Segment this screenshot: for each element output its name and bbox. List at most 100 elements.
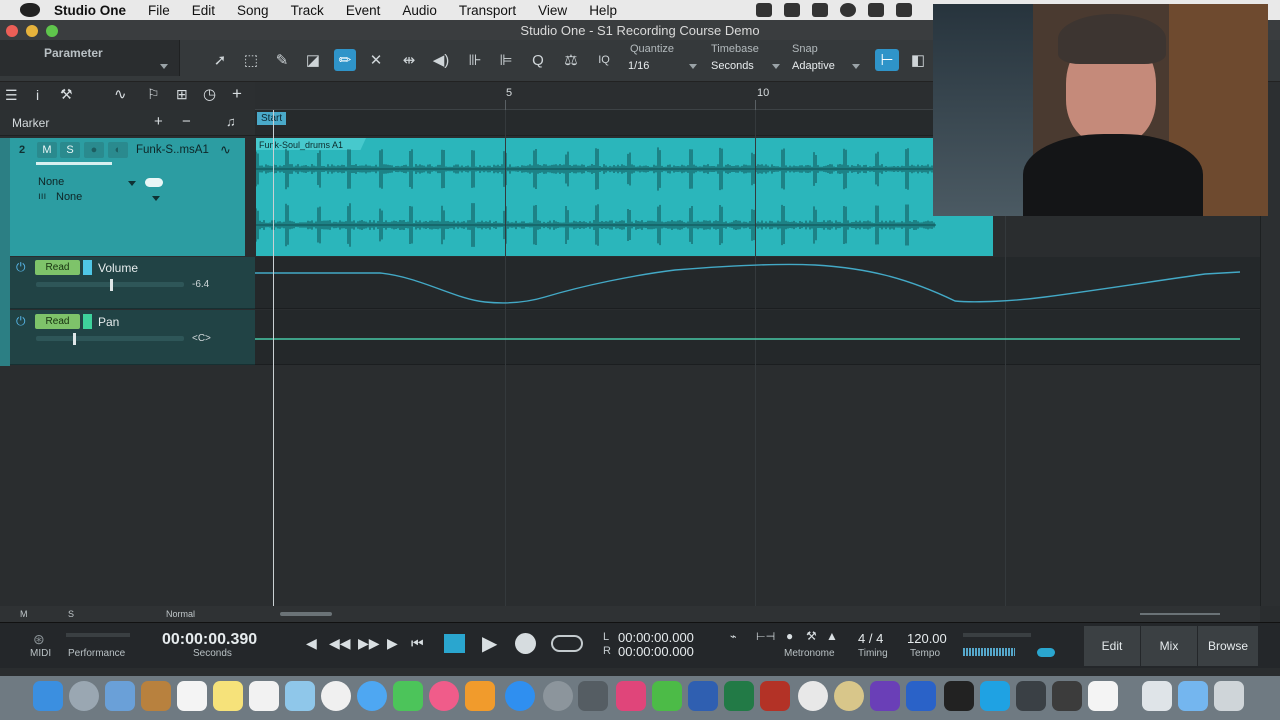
- quantize-dropdown-icon[interactable]: [689, 64, 697, 69]
- rewind-to-start-icon[interactable]: ◀: [306, 635, 317, 652]
- timebase-select[interactable]: Seconds: [711, 60, 754, 72]
- app-icon-purple[interactable]: [870, 681, 900, 711]
- forward-icon[interactable]: ▶: [387, 635, 398, 652]
- contacts-icon[interactable]: [141, 681, 171, 711]
- status-icon-2[interactable]: [784, 3, 800, 17]
- menu-transport[interactable]: Transport: [459, 3, 516, 18]
- pan-power-icon[interactable]: ⏻: [16, 314, 26, 329]
- remove-marker-icon[interactable]: −: [182, 113, 191, 130]
- rewind-icon[interactable]: ◀◀: [329, 635, 351, 652]
- word-icon[interactable]: [688, 681, 718, 711]
- mix-view-button[interactable]: Mix: [1141, 626, 1197, 666]
- downloads-folder-icon[interactable]: [1178, 681, 1208, 711]
- status-icon-1[interactable]: [756, 3, 772, 17]
- grid-icon[interactable]: ⊞: [176, 86, 188, 103]
- wrench-icon[interactable]: ⚒: [60, 86, 73, 103]
- browse-view-button[interactable]: Browse: [1198, 626, 1258, 666]
- studio-one-dock-icon[interactable]: [1088, 681, 1118, 711]
- footer-m[interactable]: M: [20, 609, 28, 619]
- metronome-settings-icon[interactable]: ⚒: [806, 629, 817, 643]
- bend-tool-icon[interactable]: ⇹: [398, 49, 420, 71]
- snap-toggle-icon[interactable]: ⊢: [875, 49, 899, 71]
- flag-icon[interactable]: ⚐: [147, 86, 160, 103]
- status-icon-4[interactable]: [840, 3, 856, 17]
- final-cut-icon[interactable]: [1052, 681, 1082, 711]
- menu-track[interactable]: Track: [291, 3, 324, 18]
- footer-s[interactable]: S: [68, 609, 74, 619]
- output-select[interactable]: None: [56, 191, 82, 204]
- metronome-icon[interactable]: ▲: [826, 629, 838, 643]
- volume-read-button[interactable]: Read: [35, 260, 80, 275]
- edit-view-button[interactable]: Edit: [1084, 626, 1140, 666]
- output-dropdown-icon[interactable]: [152, 196, 160, 201]
- loop-button[interactable]: [551, 635, 583, 652]
- input-dropdown-icon[interactable]: [128, 181, 136, 186]
- tempo-value[interactable]: 120.00: [907, 631, 947, 646]
- output-toggle[interactable]: [1037, 648, 1055, 657]
- claquette-icon[interactable]: [578, 681, 608, 711]
- go-to-start-icon[interactable]: ⏮: [411, 635, 424, 652]
- notes-icon[interactable]: [213, 681, 243, 711]
- nudge-right-icon[interactable]: ⊫: [495, 49, 517, 71]
- main-time-display[interactable]: 00:00:00.390: [162, 631, 257, 649]
- reminders-icon[interactable]: [249, 681, 279, 711]
- volume-curve[interactable]: [255, 263, 1241, 304]
- snap-select[interactable]: Adaptive: [792, 60, 835, 72]
- app-store-icon[interactable]: [505, 681, 535, 711]
- monitor-toggle[interactable]: [145, 178, 163, 187]
- pan-slider[interactable]: [36, 336, 184, 341]
- horizontal-scroll-thumb[interactable]: [280, 612, 332, 616]
- finder-icon[interactable]: [33, 681, 63, 711]
- menu-file[interactable]: File: [148, 3, 170, 18]
- pan-slider-handle[interactable]: [73, 333, 76, 345]
- photos-icon[interactable]: [321, 681, 351, 711]
- listen-tool-icon[interactable]: ◀): [430, 49, 452, 71]
- eraser-tool-icon[interactable]: ◪: [302, 49, 324, 71]
- itunes-icon[interactable]: [429, 681, 459, 711]
- menu-edit[interactable]: Edit: [192, 3, 215, 18]
- start-marker[interactable]: Start: [257, 112, 287, 125]
- list-menu-icon[interactable]: ☰: [5, 87, 18, 104]
- menu-song[interactable]: Song: [237, 3, 269, 18]
- volume-slider-handle[interactable]: [110, 279, 113, 291]
- dropbox-icon[interactable]: [812, 3, 828, 17]
- ilok-icon[interactable]: [944, 681, 974, 711]
- record-button[interactable]: [515, 633, 536, 654]
- status-icon-6[interactable]: [896, 3, 912, 17]
- app-icon-blue[interactable]: [906, 681, 936, 711]
- quantize-q-icon[interactable]: Q: [527, 49, 549, 71]
- info-icon[interactable]: i: [36, 87, 39, 103]
- menu-audio[interactable]: Audio: [402, 3, 437, 18]
- messages-icon[interactable]: [357, 681, 387, 711]
- input-select[interactable]: None: [38, 176, 64, 189]
- pan-read-button[interactable]: Read: [35, 314, 80, 329]
- app-icon-green[interactable]: [652, 681, 682, 711]
- facetime-icon[interactable]: [393, 681, 423, 711]
- app-icon-gold[interactable]: [834, 681, 864, 711]
- chrome-icon[interactable]: [798, 681, 828, 711]
- mute-button[interactable]: M: [37, 142, 57, 158]
- monitor-icon[interactable]: ◐: [108, 142, 128, 158]
- menu-app-name[interactable]: Studio One: [54, 3, 126, 18]
- timing-value[interactable]: 4 / 4: [858, 631, 883, 646]
- parameter-dropdown-icon[interactable]: [160, 64, 168, 69]
- app-icon-pink[interactable]: [616, 681, 646, 711]
- left-locator-time[interactable]: 00:00:00.000: [618, 630, 694, 645]
- calendar-icon[interactable]: [177, 681, 207, 711]
- menu-event[interactable]: Event: [346, 3, 381, 18]
- add-track-icon[interactable]: +: [232, 84, 242, 104]
- clock-icon[interactable]: ◷: [203, 85, 216, 103]
- add-marker-icon[interactable]: +: [154, 113, 163, 130]
- snap-dropdown-icon[interactable]: [852, 64, 860, 69]
- harmony-icon[interactable]: [1016, 681, 1046, 711]
- marker-note-icon[interactable]: ♫: [226, 114, 236, 129]
- panel-toggle-icon[interactable]: ◧: [907, 49, 929, 71]
- system-preferences-icon[interactable]: [543, 681, 573, 711]
- nudge-left-icon[interactable]: ⊪: [464, 49, 486, 71]
- metronome-tool-icon[interactable]: ⚖: [560, 49, 582, 71]
- fast-forward-icon[interactable]: ▶▶: [358, 635, 380, 652]
- ibooks-icon[interactable]: [465, 681, 495, 711]
- arrange-empty-area[interactable]: [255, 366, 1260, 606]
- launchpad-icon[interactable]: [69, 681, 99, 711]
- documents-icon[interactable]: [1142, 681, 1172, 711]
